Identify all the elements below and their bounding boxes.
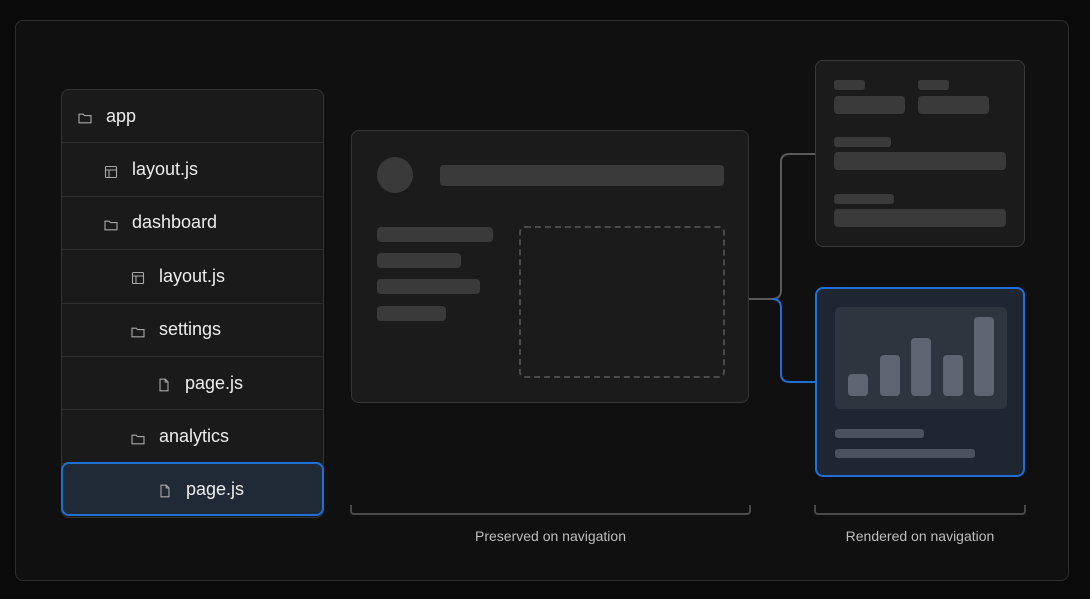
nav-placeholder bbox=[377, 253, 461, 268]
label-placeholder bbox=[834, 80, 865, 90]
nav-placeholder bbox=[377, 306, 446, 321]
rendered-caption: Rendered on navigation bbox=[845, 528, 995, 544]
settings-page-card bbox=[815, 60, 1025, 247]
chart-bar bbox=[848, 374, 868, 396]
field-placeholder bbox=[834, 209, 1006, 227]
field-placeholder bbox=[918, 96, 989, 114]
text-placeholder bbox=[835, 449, 975, 458]
preserved-caption: Preserved on navigation bbox=[475, 528, 626, 544]
label-placeholder bbox=[834, 194, 894, 204]
chart-bar bbox=[880, 355, 900, 396]
preserved-bracket bbox=[350, 505, 751, 515]
bar-chart-placeholder bbox=[835, 307, 1007, 409]
chart-bar bbox=[911, 338, 931, 396]
text-placeholder bbox=[835, 429, 924, 438]
chart-bar bbox=[943, 355, 963, 396]
page-slot bbox=[519, 226, 725, 378]
chart-bar bbox=[974, 317, 994, 396]
rendered-bracket bbox=[814, 505, 1026, 515]
avatar-placeholder bbox=[377, 157, 413, 193]
analytics-page-card bbox=[815, 287, 1025, 477]
preserved-layout-card bbox=[351, 130, 749, 403]
header-placeholder bbox=[440, 165, 724, 186]
field-placeholder bbox=[834, 96, 905, 114]
nav-placeholder bbox=[377, 279, 480, 294]
nav-placeholder bbox=[377, 227, 493, 242]
field-placeholder bbox=[834, 152, 1006, 170]
label-placeholder bbox=[918, 80, 949, 90]
label-placeholder bbox=[834, 137, 891, 147]
